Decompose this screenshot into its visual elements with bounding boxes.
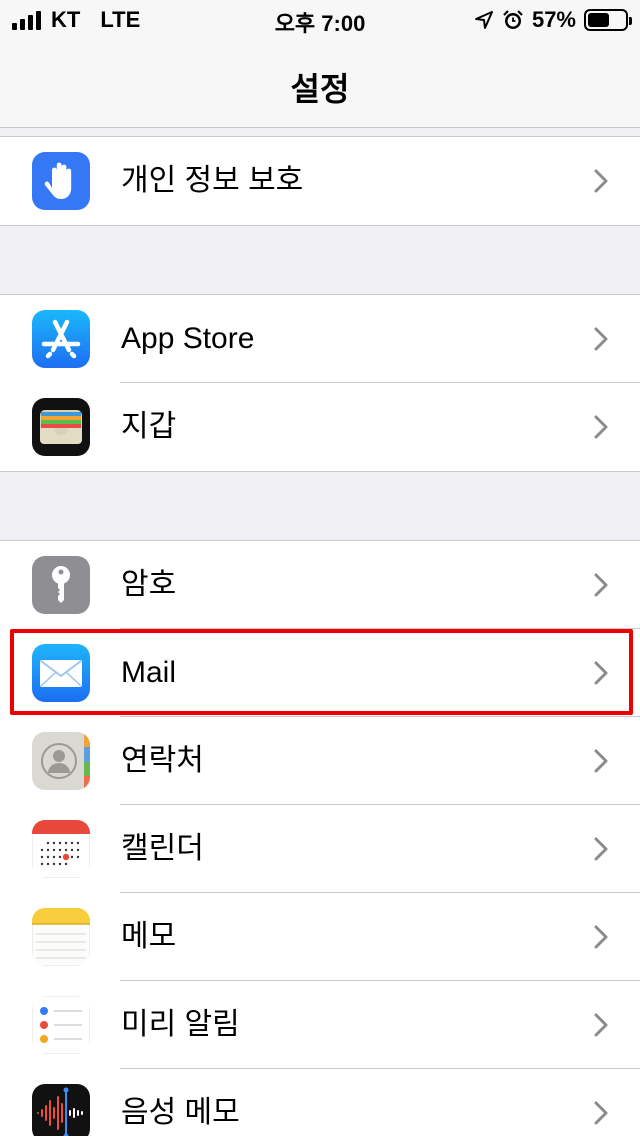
- chevron-right-icon: [594, 1013, 608, 1037]
- settings-row-label: 암호: [121, 568, 177, 601]
- settings-row-label: App Store: [121, 322, 255, 355]
- chevron-right-icon: [594, 925, 608, 949]
- mail-highlight-box: [10, 629, 633, 715]
- settings-row-label: 지갑: [121, 410, 177, 443]
- settings-row-label: 음성 메모: [121, 1096, 240, 1129]
- settings-row-label: 연락처: [121, 744, 204, 777]
- alarm-icon: [503, 10, 523, 29]
- settings-row-passwords[interactable]: 암호: [0, 541, 640, 629]
- settings-row-voice-memos[interactable]: 음성 메모: [0, 1069, 640, 1136]
- settings-row-label: 미리 알림: [121, 1008, 240, 1041]
- settings-row-label: 메모: [121, 920, 177, 953]
- settings-row-wallet[interactable]: 지갑: [0, 383, 640, 471]
- settings-row-label: 캘린더: [121, 832, 204, 865]
- settings-row-app-store[interactable]: App Store: [0, 295, 640, 383]
- key-icon: [32, 556, 90, 614]
- settings-group-store: App Store 지갑: [0, 294, 640, 472]
- chevron-right-icon: [594, 327, 608, 351]
- settings-row-notes[interactable]: 메모: [0, 893, 640, 981]
- page-title: 설정: [290, 71, 350, 107]
- battery-nub: [629, 17, 632, 25]
- settings-row-privacy[interactable]: 개인 정보 보호: [0, 137, 640, 225]
- hand-icon: [32, 152, 90, 210]
- chevron-right-icon: [594, 1101, 608, 1125]
- notes-icon: [32, 908, 90, 966]
- calendar-icon: [32, 820, 90, 878]
- status-bar: KT LTE 오후 7:00 57%: [0, 0, 640, 40]
- wallet-icon: [32, 398, 90, 456]
- settings-group-privacy: 개인 정보 보호: [0, 136, 640, 226]
- chevron-right-icon: [594, 837, 608, 861]
- battery-icon: [584, 9, 632, 31]
- settings-row-contacts[interactable]: 연락처: [0, 717, 640, 805]
- battery-percent: 57%: [531, 7, 576, 32]
- settings-row-calendar[interactable]: 캘린더: [0, 805, 640, 893]
- app-store-icon: [32, 310, 90, 368]
- location-arrow-icon: [474, 11, 493, 29]
- battery-fill: [588, 13, 609, 27]
- voice-memos-icon: [32, 1084, 90, 1136]
- navigation-bar: 설정: [0, 40, 640, 128]
- settings-row-label: 개인 정보 보호: [121, 164, 304, 197]
- chevron-right-icon: [594, 415, 608, 439]
- chevron-right-icon: [594, 749, 608, 773]
- settings-row-reminders[interactable]: 미리 알림: [0, 981, 640, 1069]
- chevron-right-icon: [594, 169, 608, 193]
- status-right: 57%: [474, 7, 632, 32]
- reminders-icon: [32, 996, 90, 1054]
- chevron-right-icon: [594, 573, 608, 597]
- contacts-icon: [32, 732, 90, 790]
